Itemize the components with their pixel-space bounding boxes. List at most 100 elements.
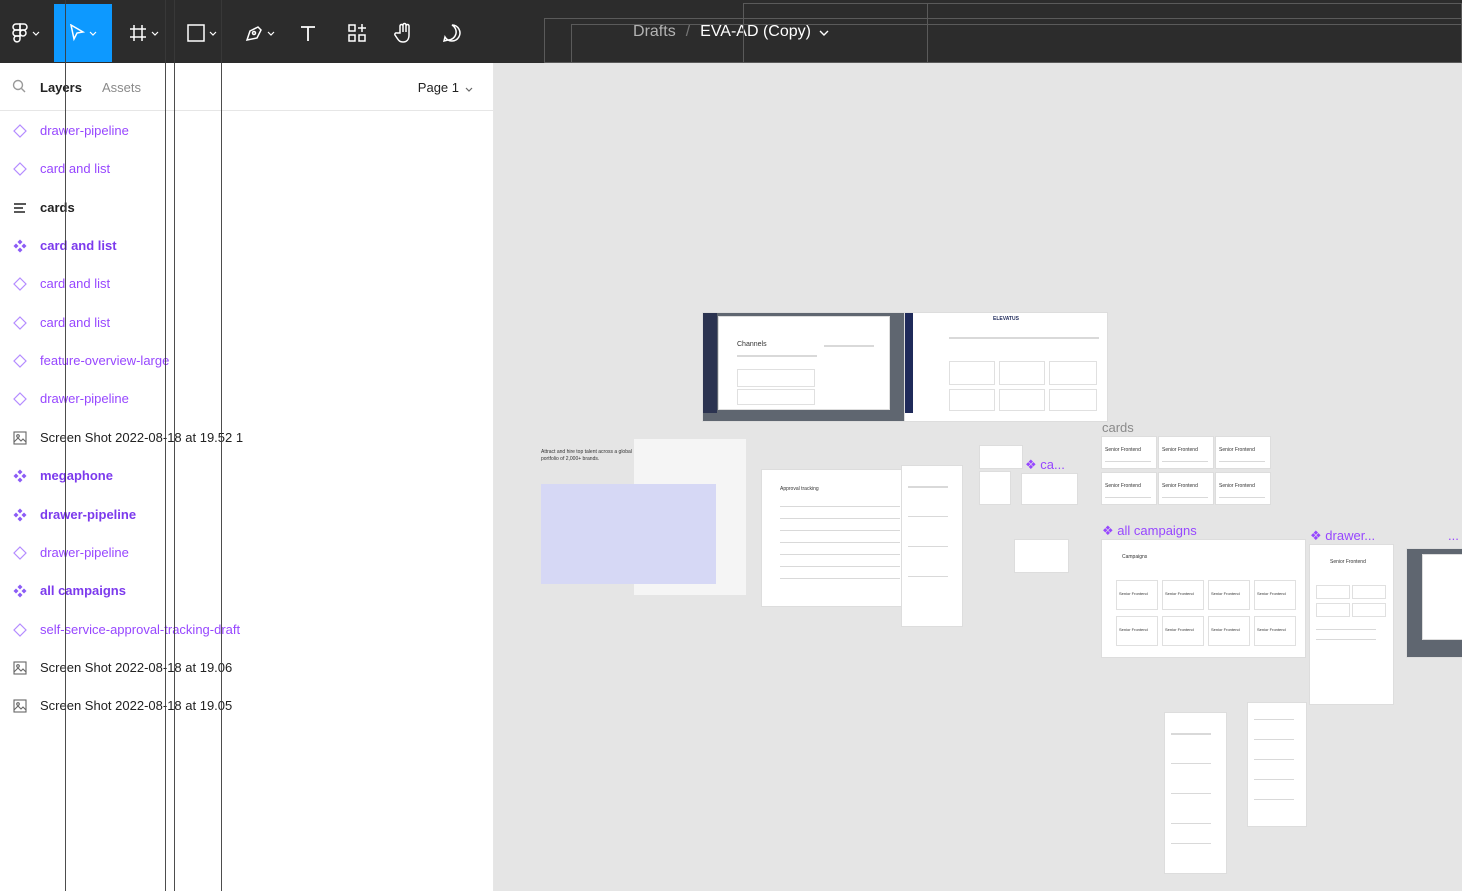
layer-row[interactable]: all campaigns — [0, 572, 494, 610]
comment-tool-button[interactable] — [436, 4, 468, 62]
layer-row[interactable]: drawer-pipeline — [0, 380, 494, 418]
channels-modal: Channels — [719, 317, 889, 409]
auto-layout-icon — [13, 201, 27, 215]
layer-row[interactable]: feature-overview-large — [0, 342, 494, 380]
layer-label: drawer-pipeline — [40, 544, 129, 560]
frame-icon — [129, 24, 147, 42]
campaign-card[interactable]: Senior Frontend — [1162, 580, 1204, 610]
resources-tool-button[interactable] — [340, 4, 374, 62]
campaign-card[interactable]: Senior Frontend — [1254, 580, 1296, 610]
hand-tool-button[interactable] — [388, 4, 420, 62]
image-icon — [13, 661, 27, 675]
component-icon — [13, 239, 27, 253]
chevron-down-icon — [151, 31, 159, 36]
component-instance-icon — [13, 162, 27, 177]
card-item[interactable]: Senior Frontend — [1159, 473, 1213, 504]
campaign-card[interactable]: Senior Frontend — [1208, 616, 1250, 646]
drawer-pipeline-frame[interactable] — [902, 466, 962, 626]
component-instance-icon — [13, 392, 27, 407]
layer-row[interactable]: card and list — [0, 304, 494, 342]
canvas[interactable]: Channels ELEVATUS Attract and hire top t… — [495, 63, 1462, 891]
shape-tool-button[interactable] — [180, 4, 224, 62]
layer-label: drawer-pipeline — [40, 506, 137, 522]
approval-tracking-frame[interactable]: Approval tracking — [762, 470, 912, 606]
layer-row[interactable]: drawer-pipeline — [0, 534, 494, 572]
search-icon[interactable] — [12, 79, 26, 98]
frame-label-drawer-text: drawer... — [1325, 528, 1376, 543]
card-item-title: Senior Frontend — [1219, 483, 1255, 489]
drawer-pipeline-frame-2[interactable] — [1165, 713, 1226, 873]
card-item-title: Senior Frontend — [1105, 447, 1141, 453]
layer-row[interactable]: card and list — [0, 150, 494, 188]
all-campaigns-frame[interactable]: Campaigns Senior Frontend Senior Frontend… — [1102, 540, 1305, 657]
layer-label: self-service-approval-tracking-draft — [40, 621, 241, 637]
layer-row[interactable]: drawer-pipeline — [0, 496, 494, 534]
rectangle-icon — [187, 24, 205, 42]
text-tool-button[interactable] — [292, 4, 324, 62]
elevatus-brand: ELEVATUS — [993, 316, 1019, 322]
card-item[interactable]: Senior Frontend — [1216, 437, 1270, 468]
frame-tool-button[interactable] — [122, 4, 166, 62]
page-selector[interactable]: Page 1 — [418, 80, 473, 95]
image-icon — [13, 431, 27, 445]
tab-assets[interactable]: Assets — [102, 80, 141, 95]
layer-row[interactable]: cards — [0, 189, 494, 227]
campaign-card[interactable]: Senior Frontend — [1254, 616, 1296, 646]
layer-row[interactable]: card and list — [0, 227, 494, 265]
campaign-card[interactable]: Senior Frontend — [1116, 580, 1158, 610]
guide-line — [165, 0, 166, 891]
pen-icon — [245, 24, 263, 42]
guide-line — [221, 0, 222, 891]
layer-row[interactable]: drawer-pipeline — [0, 112, 494, 150]
campaign-card[interactable]: Senior Frontend — [1208, 580, 1250, 610]
approval-title: Approval tracking — [780, 486, 819, 492]
layer-row[interactable]: Screen Shot 2022-08-18 at 19.05 — [0, 687, 494, 725]
screenshot-elevatus[interactable]: ELEVATUS — [905, 313, 1107, 421]
campaign-card-title: Senior Frontend — [1119, 591, 1148, 596]
layer-label: card and list — [40, 314, 111, 330]
card-item[interactable]: Senior Frontend — [1216, 473, 1270, 504]
layer-row[interactable]: card and list — [0, 265, 494, 303]
screenshot-partial[interactable] — [1407, 549, 1462, 657]
layer-label: Screen Shot 2022-08-18 at 19.06 — [40, 659, 233, 675]
component-instance-icon — [13, 354, 27, 368]
layer-label: cards — [40, 199, 75, 215]
drawer-frame[interactable]: Senior Frontend — [1310, 545, 1393, 704]
mini-card — [980, 472, 1010, 504]
mini-card — [980, 446, 1022, 468]
card-item[interactable]: Senior Frontend — [1159, 437, 1213, 468]
frame-label-all-campaigns[interactable]: ❖ all campaigns — [1102, 523, 1197, 539]
frame-label-drawer[interactable]: ❖ drawer... — [1310, 528, 1375, 544]
component-instance-icon — [13, 545, 27, 560]
campaign-card[interactable]: Senior Frontend — [1162, 616, 1204, 646]
campaign-card-title: Senior Frontend — [1211, 627, 1240, 632]
card-item[interactable]: Senior Frontend — [1102, 473, 1156, 504]
hand-icon — [394, 22, 414, 44]
move-tool-button[interactable] — [54, 4, 112, 62]
component-icon — [13, 584, 27, 598]
tab-layers[interactable]: Layers — [40, 80, 82, 95]
campaign-card-title: Senior Frontend — [1165, 591, 1194, 596]
campaign-card-title: Senior Frontend — [1165, 627, 1194, 632]
frame-label-more[interactable]: ... — [1448, 528, 1459, 543]
layer-label: card and list — [40, 161, 111, 177]
layer-row[interactable]: self-service-approval-tracking-draft — [0, 611, 494, 649]
card-item-title: Senior Frontend — [1162, 447, 1198, 453]
pen-tool-button[interactable] — [238, 4, 282, 62]
component-instance-icon — [13, 622, 27, 637]
layer-row[interactable]: Screen Shot 2022-08-18 at 19.06 — [0, 649, 494, 687]
frame-label-cards[interactable]: cards — [1102, 420, 1134, 435]
campaign-card-title: Senior Frontend — [1257, 591, 1286, 596]
frame-label-ca[interactable]: ❖ ca... — [1025, 457, 1065, 473]
layer-label: feature-overview-large — [40, 353, 170, 369]
screenshot-channels[interactable]: Channels — [703, 313, 905, 421]
card-preview — [1015, 540, 1068, 572]
layer-label: all campaigns — [40, 583, 126, 599]
campaign-card[interactable]: Senior Frontend — [1116, 616, 1158, 646]
layer-row[interactable]: Screen Shot 2022-08-18 at 19.52 1 — [0, 419, 494, 457]
card-item[interactable]: Senior Frontend — [1102, 437, 1156, 468]
main-menu-button[interactable] — [4, 4, 48, 62]
drawer-pipeline-frame-3[interactable] — [1248, 703, 1306, 826]
layer-label: drawer-pipeline — [40, 123, 129, 138]
layer-row[interactable]: megaphone — [0, 457, 494, 495]
